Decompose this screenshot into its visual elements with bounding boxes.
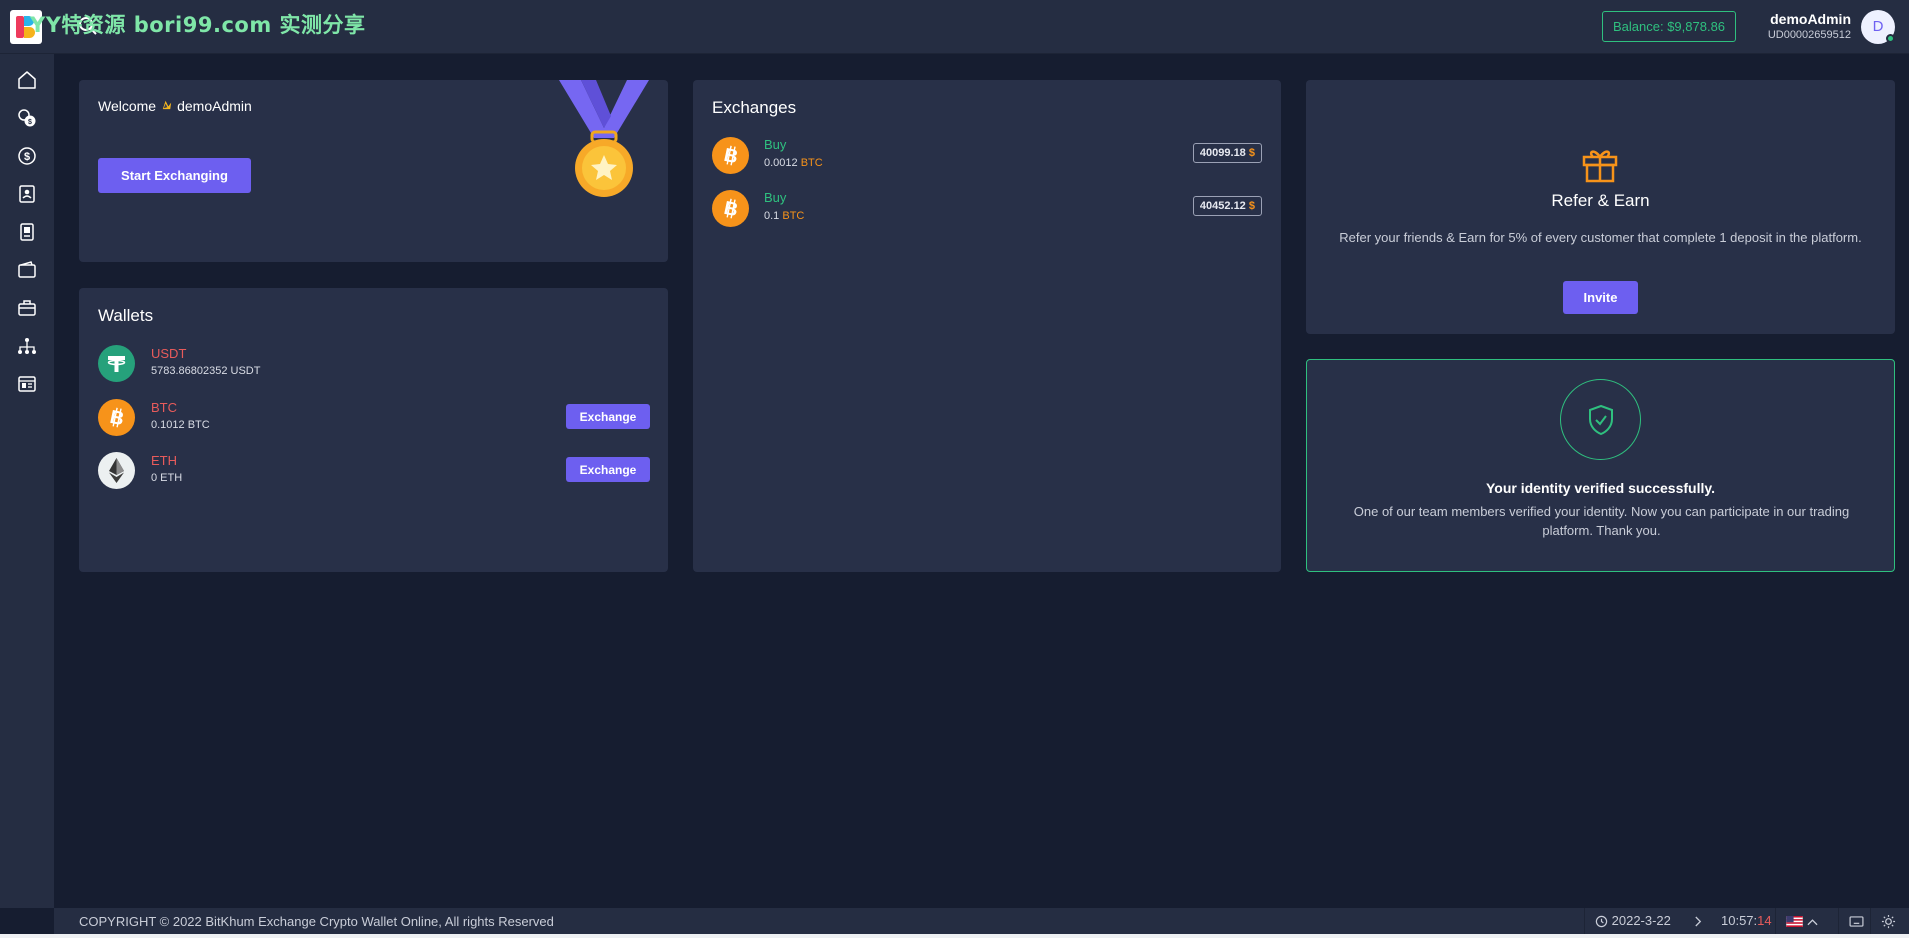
refer-description: Refer your friends & Earn for 5% of ever…	[1339, 230, 1862, 245]
time-text: 10:57:	[1721, 913, 1758, 928]
svg-text:$: $	[28, 119, 32, 126]
chevron-up-icon	[1807, 918, 1818, 925]
gift-icon	[1580, 144, 1620, 184]
wallet-name: USDT	[151, 346, 187, 361]
balance-badge[interactable]: Balance: $9,878.86	[1602, 11, 1737, 42]
wallet-amount: 5783.86802352 USDT	[151, 365, 261, 377]
wallet-icon[interactable]	[16, 259, 38, 281]
wallet-amount: 0 ETH	[151, 472, 183, 484]
exchange-price-badge: 40452.12 $	[1192, 196, 1262, 216]
wallet-row-eth[interactable]: ETH 0 ETH Exchange	[98, 452, 650, 492]
start-exchanging-button[interactable]: Start Exchanging	[98, 158, 251, 193]
btc-exchange-button[interactable]: Exchange	[566, 404, 650, 429]
exchange-amount: 0.1 BTC	[764, 210, 805, 222]
verification-title: Your identity verified successfully.	[1486, 480, 1715, 496]
welcome-prefix: Welcome	[98, 98, 157, 114]
bottom-edge	[0, 934, 1909, 938]
eth-coin-icon	[98, 452, 135, 489]
document-icon[interactable]	[16, 221, 38, 243]
home-icon[interactable]	[16, 69, 38, 91]
date-text: 2022-3-22	[1611, 913, 1671, 928]
report-icon[interactable]	[16, 373, 38, 395]
usdt-coin-icon	[98, 345, 135, 382]
avatar[interactable]: D	[1861, 10, 1895, 44]
copyright-text: COPYRIGHT © 2022 BitKhum Exchange Crypto…	[79, 914, 554, 929]
footer: COPYRIGHT © 2022 BitKhum Exchange Crypto…	[54, 908, 1909, 934]
medal-icon	[559, 80, 649, 202]
chevron-right-icon[interactable]	[1684, 908, 1713, 934]
wallet-name: BTC	[151, 400, 177, 415]
coins-icon[interactable]: $	[16, 107, 38, 129]
fullscreen-icon[interactable]	[1838, 908, 1874, 934]
exchange-type: Buy	[764, 137, 787, 152]
wave-hand-icon	[160, 98, 173, 114]
svg-text:$: $	[24, 151, 30, 163]
refer-title: Refer & Earn	[1551, 191, 1650, 210]
btc-coin-icon: B	[712, 190, 749, 227]
exchanges-card: Exchanges B Buy 0.0012 BTC 40099.18 $ B …	[693, 80, 1281, 572]
avatar-initial: D	[1872, 18, 1884, 35]
contacts-icon[interactable]	[16, 183, 38, 205]
time-seconds: 14	[1757, 913, 1772, 928]
footer-time: 10:57:14	[1711, 908, 1782, 934]
wallets-card: Wallets USDT 5783.86802352 USDT B BTC 0.…	[79, 288, 668, 572]
footer-date: 2022-3-22	[1584, 908, 1681, 934]
sidebar: $ $	[0, 54, 54, 908]
language-selector[interactable]	[1775, 908, 1828, 934]
exchange-row[interactable]: B Buy 0.0012 BTC 40099.18 $	[712, 137, 1262, 177]
exchange-type: Buy	[764, 190, 787, 205]
welcome-user-name: demoAdmin	[177, 98, 252, 114]
welcome-message: Welcome demoAdmin	[98, 98, 252, 114]
watermark-text: YY特资源 bori99.com 实测分享	[30, 13, 366, 37]
exchange-price-badge: 40099.18 $	[1192, 143, 1262, 163]
briefcase-icon[interactable]	[16, 297, 38, 319]
exchange-row[interactable]: B Buy 0.1 BTC 40452.12 $	[712, 190, 1262, 230]
top-bar: YY特资源 bori99.com 实测分享 Balance: $9,878.86…	[0, 0, 1909, 54]
verification-description: One of our team members verified your id…	[1353, 504, 1850, 538]
user-name: demoAdmin	[1770, 11, 1851, 27]
identity-verified-card: Your identity verified successfully. One…	[1306, 359, 1895, 572]
wallet-row-usdt[interactable]: USDT 5783.86802352 USDT	[98, 345, 650, 385]
shield-check-icon	[1560, 379, 1641, 460]
wallet-row-btc[interactable]: B BTC 0.1012 BTC Exchange	[98, 399, 650, 439]
us-flag-icon	[1786, 916, 1803, 928]
dollar-icon[interactable]: $	[16, 145, 38, 167]
app-root: YY特资源 bori99.com 实测分享 Balance: $9,878.86…	[0, 0, 1909, 938]
btc-coin-icon: B	[712, 137, 749, 174]
welcome-card: Welcome demoAdmin Start Exchanging	[79, 80, 668, 262]
refer-earn-card: Refer & Earn Refer your friends & Earn f…	[1306, 80, 1895, 334]
user-id: UD00002659512	[1767, 29, 1851, 41]
user-info[interactable]: demoAdmin UD00002659512	[1768, 11, 1851, 41]
clock-icon	[1595, 915, 1608, 928]
exchanges-title: Exchanges	[712, 98, 797, 117]
btc-coin-icon: B	[98, 399, 135, 436]
wallet-amount: 0.1012 BTC	[151, 419, 210, 431]
online-status-dot	[1886, 34, 1895, 43]
eth-exchange-button[interactable]: Exchange	[566, 457, 650, 482]
wallets-title: Wallets	[98, 306, 154, 325]
exchange-amount: 0.0012 BTC	[764, 157, 823, 169]
invite-button[interactable]: Invite	[1563, 281, 1638, 314]
network-icon[interactable]	[16, 335, 38, 357]
theme-toggle-icon[interactable]	[1870, 908, 1906, 934]
wallet-name: ETH	[151, 453, 177, 468]
